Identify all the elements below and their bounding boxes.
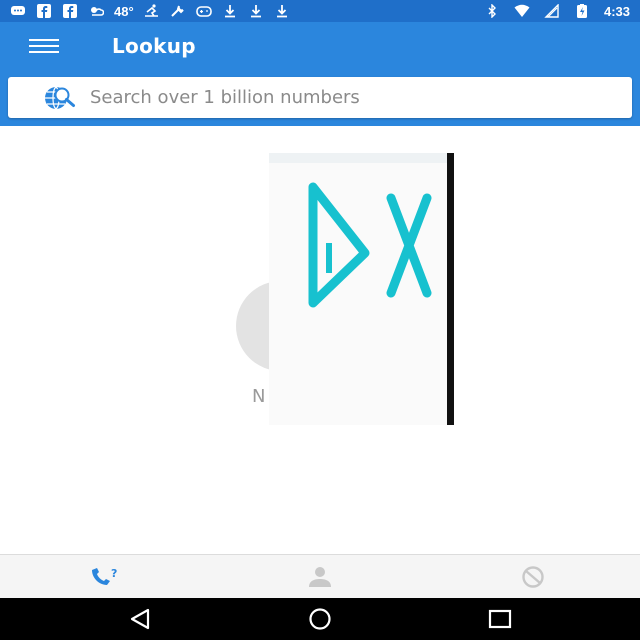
page-title: Lookup — [112, 34, 196, 58]
download-icon — [274, 4, 290, 18]
tab-block[interactable] — [427, 555, 640, 598]
menu-button[interactable] — [22, 34, 66, 58]
status-left-icons: 48° — [10, 4, 290, 19]
skater-icon — [144, 4, 160, 18]
download-icon — [222, 4, 238, 18]
play-close-glyph-icon — [308, 182, 432, 308]
svg-text:?: ? — [111, 567, 117, 580]
clock-text: 4:33 — [603, 3, 630, 19]
tab-lookup[interactable]: ? — [0, 555, 213, 598]
ad-overlay-image[interactable] — [269, 153, 454, 425]
app-bar: Lookup — [0, 22, 640, 126]
status-right-icons: 4:33 — [484, 4, 630, 19]
search-input[interactable] — [90, 79, 632, 116]
back-button[interactable] — [126, 607, 156, 631]
recents-square-icon — [485, 607, 515, 631]
bottom-tab-bar: ? — [0, 554, 640, 598]
battery-icon — [574, 4, 590, 18]
tab-contacts[interactable] — [213, 555, 426, 598]
gamepad-icon — [195, 4, 212, 18]
facebook-icon — [36, 4, 52, 18]
wrench-icon — [170, 4, 186, 18]
main-content: N — [0, 126, 640, 554]
status-bar: 48° 4:33 — [0, 0, 640, 22]
chat-icon — [10, 4, 26, 18]
overlay-edge-bar — [447, 153, 454, 425]
home-circle-icon — [305, 607, 335, 631]
system-navigation-bar — [0, 598, 640, 640]
back-triangle-icon — [126, 607, 156, 631]
search-bar[interactable] — [8, 77, 632, 118]
temperature-text: 48° — [114, 3, 134, 19]
hamburger-menu-icon — [29, 38, 59, 54]
block-icon — [515, 565, 551, 589]
contact-icon — [302, 565, 338, 589]
wifi-icon — [514, 4, 530, 18]
recents-button[interactable] — [485, 607, 515, 631]
signal-icon — [544, 4, 560, 18]
globe-search-icon — [36, 83, 80, 113]
empty-state-text: N — [252, 386, 266, 407]
download-icon — [248, 4, 264, 18]
phone-lookup-icon: ? — [89, 565, 125, 589]
bluetooth-icon — [484, 4, 500, 18]
weather-icon — [88, 4, 104, 18]
facebook-icon — [62, 4, 78, 18]
home-button[interactable] — [305, 607, 335, 631]
